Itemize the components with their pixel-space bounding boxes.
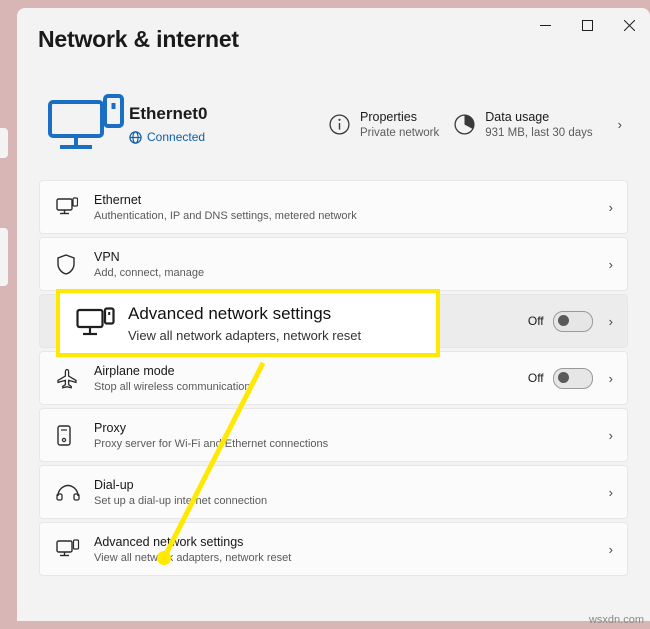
chevron-right-icon: › <box>608 370 613 386</box>
ethernet-large-icon <box>43 94 129 154</box>
list-item-advanced-network-settings[interactable]: Advanced network settings View all netwo… <box>39 522 628 576</box>
data-usage-title: Data usage <box>485 109 550 124</box>
airplane-toggle-wrap[interactable]: Off <box>527 367 593 389</box>
properties-title: Properties <box>360 109 417 124</box>
list-item-subtitle: Add, connect, manage <box>94 266 205 279</box>
window-controls <box>524 8 650 42</box>
chevron-right-icon: › <box>608 313 613 329</box>
properties-subtitle: Private network <box>360 126 440 139</box>
list-item-subtitle: View all network adapters, network reset <box>94 551 292 564</box>
list-item-text: Airplane mode Stop all wireless communic… <box>94 364 528 393</box>
data-usage-subtitle: 931 MB, last 30 days <box>485 126 593 139</box>
list-item-subtitle: Proxy server for Wi-Fi and Ethernet conn… <box>94 437 329 450</box>
callout-title: Advanced network settings <box>128 303 332 323</box>
info-icon <box>329 113 350 135</box>
toggle-knob <box>557 371 569 383</box>
list-item-text: VPN Add, connect, manage <box>94 250 609 279</box>
ethernet-icon <box>56 197 94 217</box>
list-item-title: Proxy <box>94 420 126 435</box>
list-item-subtitle: Stop all wireless communication <box>94 380 251 393</box>
list-item-title: Dial-up <box>94 477 134 492</box>
hero-action-data-usage[interactable]: Data usage 931 MB, last 30 days › <box>454 110 628 139</box>
proxy-icon <box>56 424 94 446</box>
desktop-edge-tab-bottom <box>0 228 8 286</box>
list-item-text: Proxy Proxy server for Wi-Fi and Etherne… <box>94 421 609 450</box>
advanced-network-icon <box>76 307 128 339</box>
list-item-vpn[interactable]: VPN Add, connect, manage › <box>39 237 628 291</box>
callout-subtitle: View all network adapters, network reset <box>128 327 362 343</box>
list-item-text: Ethernet Authentication, IP and DNS sett… <box>94 193 609 222</box>
list-item-proxy[interactable]: Proxy Proxy server for Wi-Fi and Etherne… <box>39 408 628 462</box>
list-item-title: Advanced network settings <box>94 534 244 549</box>
list-item-text: Dial-up Set up a dial-up internet connec… <box>94 478 609 507</box>
list-item-airplane-mode[interactable]: Airplane mode Stop all wireless communic… <box>39 351 628 405</box>
data-usage-icon <box>454 113 475 135</box>
close-icon <box>623 19 635 31</box>
list-item-text: Advanced network settings View all netwo… <box>94 535 609 564</box>
chevron-right-icon: › <box>608 484 613 500</box>
chevron-right-icon: › <box>608 199 613 215</box>
hotspot-toggle-wrap[interactable]: Off <box>527 310 593 332</box>
airplane-toggle[interactable] <box>552 367 593 389</box>
hotspot-toggle-label: Off <box>527 314 544 328</box>
dialup-icon <box>56 483 94 501</box>
maximize-button[interactable] <box>566 8 608 42</box>
page-title: Network & internet <box>38 26 239 52</box>
list-item-ethernet[interactable]: Ethernet Authentication, IP and DNS sett… <box>39 180 628 234</box>
watermark: wsxdn.com <box>588 614 644 626</box>
chevron-right-icon: › <box>608 541 613 557</box>
chevron-right-icon: › <box>608 427 613 443</box>
list-item-title: Ethernet <box>94 192 142 207</box>
desktop-edge-tab-top <box>0 128 8 158</box>
close-button[interactable] <box>608 8 650 42</box>
list-item-dial-up[interactable]: Dial-up Set up a dial-up internet connec… <box>39 465 628 519</box>
airplane-icon <box>56 368 94 389</box>
minimize-icon <box>539 24 551 26</box>
hero-device-name: Ethernet0 <box>129 104 208 123</box>
shield-icon <box>56 253 94 275</box>
settings-list: Ethernet Authentication, IP and DNS sett… <box>39 180 628 576</box>
hero-action-properties[interactable]: Properties Private network <box>329 110 454 139</box>
maximize-icon <box>581 19 593 31</box>
list-item-title: Airplane mode <box>94 363 175 378</box>
airplane-toggle-label: Off <box>527 371 544 385</box>
hero-status-label: Connected <box>147 130 206 144</box>
network-hero-card: Ethernet0 Connected Properties Private n… <box>39 78 628 170</box>
callout-text: Advanced network settings View all netwo… <box>128 304 361 343</box>
list-item-title: VPN <box>94 249 120 264</box>
globe-icon <box>129 130 142 144</box>
chevron-right-icon: › <box>608 256 613 272</box>
toggle-knob <box>557 314 569 326</box>
list-item-subtitle: Set up a dial-up internet connection <box>94 494 268 507</box>
annotation-callout: Advanced network settings View all netwo… <box>56 289 440 357</box>
hero-status: Connected <box>129 130 329 144</box>
hero-device-block: Ethernet0 Connected <box>129 104 329 144</box>
hotspot-toggle[interactable] <box>552 310 593 332</box>
advanced-network-icon <box>56 539 94 559</box>
hero-chevron-icon: › <box>617 116 623 132</box>
window-titlebar: Network & internet <box>17 8 650 54</box>
list-item-subtitle: Authentication, IP and DNS settings, met… <box>94 209 357 222</box>
minimize-button[interactable] <box>524 8 566 42</box>
